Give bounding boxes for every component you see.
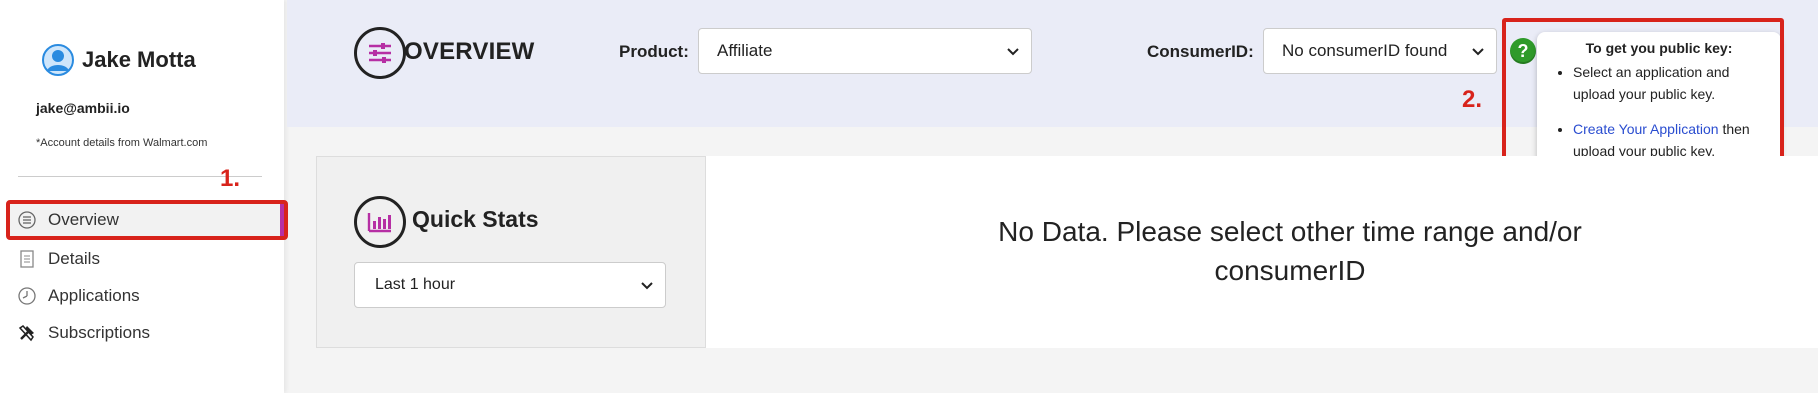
- quick-stats-title: Quick Stats: [412, 206, 539, 232]
- sidebar-item-label: Subscriptions: [48, 322, 151, 342]
- document-icon: [18, 249, 36, 268]
- chevron-down-icon: [1007, 48, 1019, 56]
- product-selected-value: Affiliate: [717, 41, 773, 60]
- user-name: Jake Motta: [82, 47, 196, 72]
- consumer-id-select[interactable]: No consumerID found: [1263, 28, 1497, 74]
- user-email: jake@ambii.io: [36, 100, 130, 116]
- sidebar-item-label: Overview: [48, 210, 119, 229]
- page-title: OVERVIEW: [404, 38, 535, 65]
- product-label: Product:: [619, 42, 689, 61]
- no-data-line: consumerID: [1214, 255, 1366, 287]
- sidebar-item-details[interactable]: Details: [14, 240, 282, 277]
- consumer-id-label: ConsumerID:: [1147, 42, 1254, 61]
- sliders-icon: [354, 27, 406, 79]
- quick-stats-card: [316, 156, 706, 348]
- no-data-message: No Data. Please select other time range …: [940, 212, 1640, 290]
- clock-icon: [18, 286, 36, 305]
- sidebar-item-label: Details: [48, 248, 100, 268]
- account-note: *Account details from Walmart.com: [36, 137, 208, 149]
- annotation-step-2: 2.: [1462, 86, 1483, 113]
- sidebar-item-subscriptions[interactable]: Subscriptions: [14, 314, 282, 351]
- chevron-down-icon: [1472, 48, 1484, 56]
- consumer-id-selected-value: No consumerID found: [1282, 41, 1448, 60]
- sidebar: Jake Motta jake@ambii.io *Account detail…: [0, 0, 288, 393]
- avatar-icon: [42, 44, 74, 76]
- bar-chart-icon: [354, 196, 406, 248]
- product-select[interactable]: Affiliate: [698, 28, 1032, 74]
- time-range-select[interactable]: Last 1 hour: [354, 262, 666, 308]
- time-range-selected-value: Last 1 hour: [375, 276, 456, 293]
- chevron-down-icon: [641, 282, 653, 290]
- list-circle-icon: [18, 211, 36, 229]
- sidebar-item-applications[interactable]: Applications: [14, 277, 282, 314]
- sidebar-nav: Overview Details Applications Subscripti…: [6, 200, 288, 351]
- user-profile: Jake Motta: [42, 44, 196, 76]
- sidebar-item-overview[interactable]: Overview: [6, 200, 288, 240]
- sidebar-item-label: Applications: [48, 285, 140, 305]
- annotation-step-1: 1.: [220, 165, 241, 192]
- no-data-line: No Data. Please select other time range …: [998, 216, 1582, 247]
- tools-icon: [18, 324, 36, 342]
